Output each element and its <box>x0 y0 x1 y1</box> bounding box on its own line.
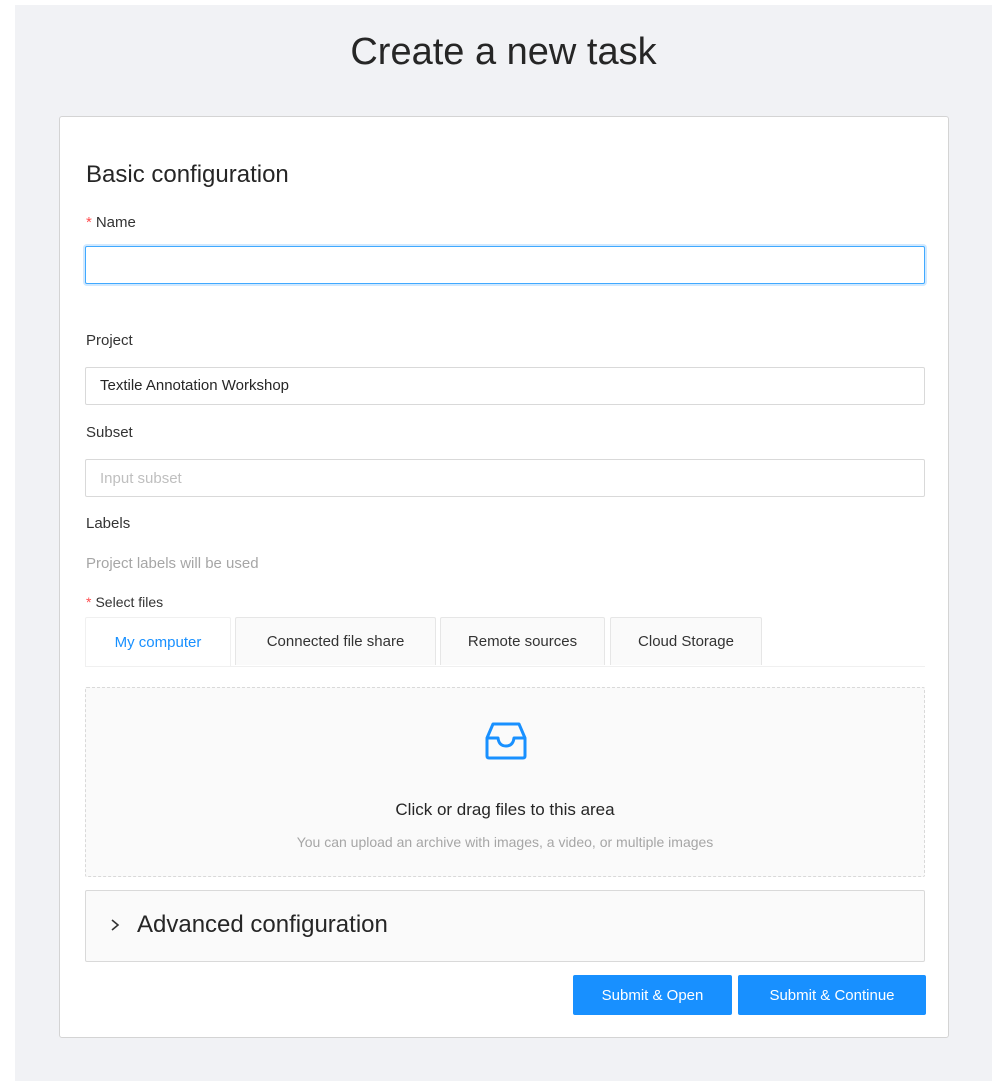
subset-label: Subset <box>86 424 133 441</box>
submit-open-button[interactable]: Submit & Open <box>573 975 732 1015</box>
page-title: Create a new task <box>350 31 657 73</box>
subset-input[interactable] <box>85 459 925 497</box>
labels-hint: Project labels will be used <box>86 555 259 572</box>
advanced-configuration-title: Advanced configuration <box>137 911 388 938</box>
select-files-label: * Select files <box>86 594 163 610</box>
tab-connected-file-share[interactable]: Connected file share <box>235 617 436 665</box>
section-title: Basic configuration <box>86 161 289 188</box>
file-dropzone[interactable]: Click or drag files to this area You can… <box>85 687 925 877</box>
dropzone-text: Click or drag files to this area <box>395 800 615 819</box>
required-mark: * <box>86 214 92 231</box>
task-form-card: Basic configuration * Name Project Textil… <box>59 116 949 1038</box>
name-label: * Name <box>86 214 136 231</box>
project-select-value: Textile Annotation Workshop <box>100 377 290 394</box>
chevron-right-icon <box>111 919 120 931</box>
file-source-tabs: My computer Connected file share Remote … <box>85 617 925 667</box>
submit-continue-button[interactable]: Submit & Continue <box>738 975 926 1015</box>
project-select[interactable]: Textile Annotation Workshop <box>85 367 925 405</box>
name-label-text: Name <box>95 214 136 231</box>
tab-remote-sources[interactable]: Remote sources <box>440 617 605 665</box>
advanced-configuration-panel[interactable]: Advanced configuration <box>85 890 925 962</box>
name-input[interactable] <box>85 246 925 284</box>
labels-label: Labels <box>86 515 131 532</box>
project-label: Project <box>86 332 133 349</box>
dropzone-hint: You can upload an archive with images, a… <box>296 834 714 850</box>
tab-my-computer[interactable]: My computer <box>85 617 231 666</box>
inbox-icon <box>485 722 527 760</box>
select-files-label-text: Select files <box>95 594 164 610</box>
required-mark: * <box>86 594 92 610</box>
tab-cloud-storage[interactable]: Cloud Storage <box>610 617 762 665</box>
